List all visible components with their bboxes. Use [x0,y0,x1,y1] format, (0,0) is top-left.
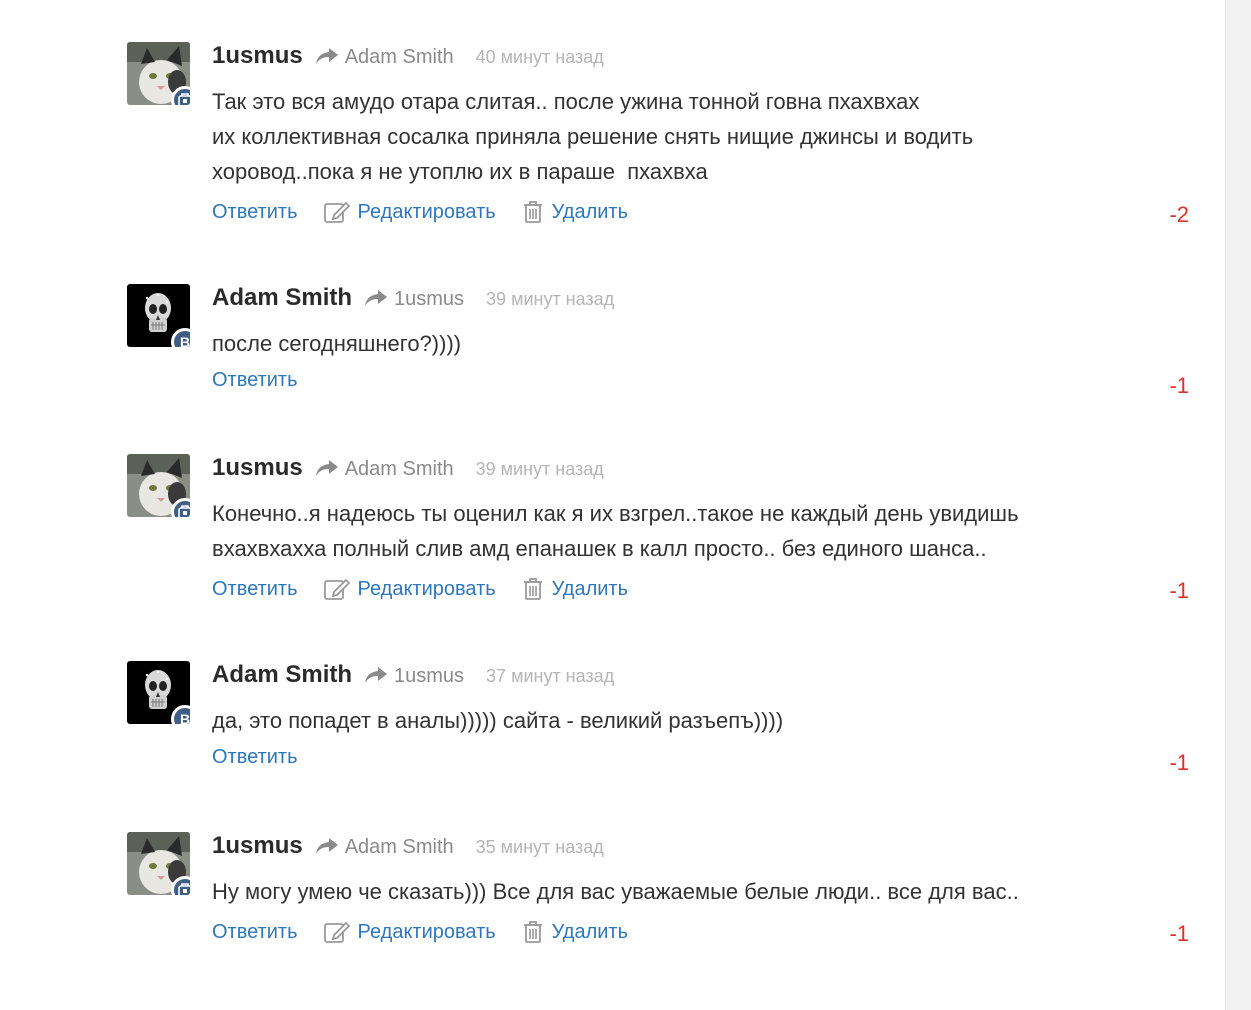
author-name[interactable]: 1usmus [212,832,303,860]
comment: В Adam Smith 1usmus 37 минут назад да, э… [127,661,1197,781]
trash-icon[interactable] [522,577,544,607]
comment: 1usmus Adam Smith 40 минут назад Так это… [127,42,1197,232]
vk-icon [178,93,190,105]
comment-time[interactable]: 35 минут назад [476,837,604,858]
reply-to-name[interactable]: 1usmus [394,665,464,688]
trash-icon[interactable] [522,920,544,950]
comment-score: -1 [1169,750,1189,775]
comment-time[interactable]: 37 минут назад [486,666,614,687]
edit-button[interactable]: Редактировать [358,921,496,944]
comment-time[interactable]: 40 минут назад [476,47,604,68]
reply-to-name[interactable]: Adam Smith [345,46,454,69]
comment-score: -2 [1169,202,1189,227]
reply-arrow-icon [315,836,339,861]
comment-actions: Ответить [212,746,298,769]
comment-time[interactable]: 39 минут назад [476,459,604,480]
comment-text: Конечно..я надеюсь ты оценил как я их вз… [212,501,1019,561]
comment: 1usmus Adam Smith 39 минут назад Конечно… [127,454,1197,614]
author-name[interactable]: 1usmus [212,42,303,70]
reply-arrow-icon [364,665,388,690]
edit-button[interactable]: Редактировать [358,201,496,224]
reply-button[interactable]: Ответить [212,369,298,392]
avatar[interactable]: В [127,661,190,724]
delete-button[interactable]: Удалить [552,578,628,601]
comments-panel: 1usmus Adam Smith 40 минут назад Так это… [0,0,1225,1010]
comment-actions: Ответить Редактировать Удалить [212,197,628,227]
comment-actions: Ответить Редактировать Удалить [212,917,628,947]
comment-score: -1 [1169,921,1189,946]
comment-text: Так это вся амудо отара слитая.. после у… [212,89,974,184]
comment-actions: Ответить [212,369,298,392]
comment-header: 1usmus Adam Smith 35 минут назад [212,832,604,864]
avatar[interactable] [127,454,190,517]
author-name[interactable]: Adam Smith [212,661,352,689]
reply-button[interactable]: Ответить [212,578,298,601]
reply-arrow-icon [364,288,388,313]
comment-score: -1 [1169,373,1189,398]
avatar[interactable] [127,832,190,895]
avatar[interactable] [127,42,190,105]
vk-icon [178,505,190,517]
reply-to-name[interactable]: Adam Smith [345,458,454,481]
reply-arrow-icon [315,46,339,71]
reply-button[interactable]: Ответить [212,921,298,944]
edit-button[interactable]: Редактировать [358,578,496,601]
edit-icon[interactable] [323,920,350,950]
comment-time[interactable]: 39 минут назад [486,289,614,310]
scrollbar-track[interactable] [1225,0,1251,1010]
comment: 1usmus Adam Smith 35 минут назад Ну могу… [127,832,1197,957]
edit-icon[interactable] [323,200,350,230]
reply-arrow-icon [315,458,339,483]
comment-header: 1usmus Adam Smith 39 минут назад [212,454,604,486]
delete-button[interactable]: Удалить [552,201,628,224]
edit-icon[interactable] [323,577,350,607]
comment-header: Adam Smith 1usmus 37 минут назад [212,661,614,693]
comment-score: -1 [1169,578,1189,603]
comment: В Adam Smith 1usmus 39 минут назад после… [127,284,1197,404]
comment-actions: Ответить Редактировать Удалить [212,574,628,604]
reply-button[interactable]: Ответить [212,201,298,224]
reply-button[interactable]: Ответить [212,746,298,769]
comment-text: да, это попадет в аналы))))) сайта - вел… [212,708,784,733]
author-name[interactable]: 1usmus [212,454,303,482]
reply-to-name[interactable]: 1usmus [394,288,464,311]
reply-to-name[interactable]: Adam Smith [345,836,454,859]
comment-header: 1usmus Adam Smith 40 минут назад [212,42,604,74]
vk-icon [178,883,190,895]
delete-button[interactable]: Удалить [552,921,628,944]
author-name[interactable]: Adam Smith [212,284,352,312]
comment-header: Adam Smith 1usmus 39 минут назад [212,284,614,316]
trash-icon[interactable] [522,200,544,230]
comment-text: Ну могу умею че сказать))) Все для вас у… [212,879,1019,904]
avatar[interactable]: В [127,284,190,347]
comment-text: после сегодняшнего?)))) [212,331,462,356]
